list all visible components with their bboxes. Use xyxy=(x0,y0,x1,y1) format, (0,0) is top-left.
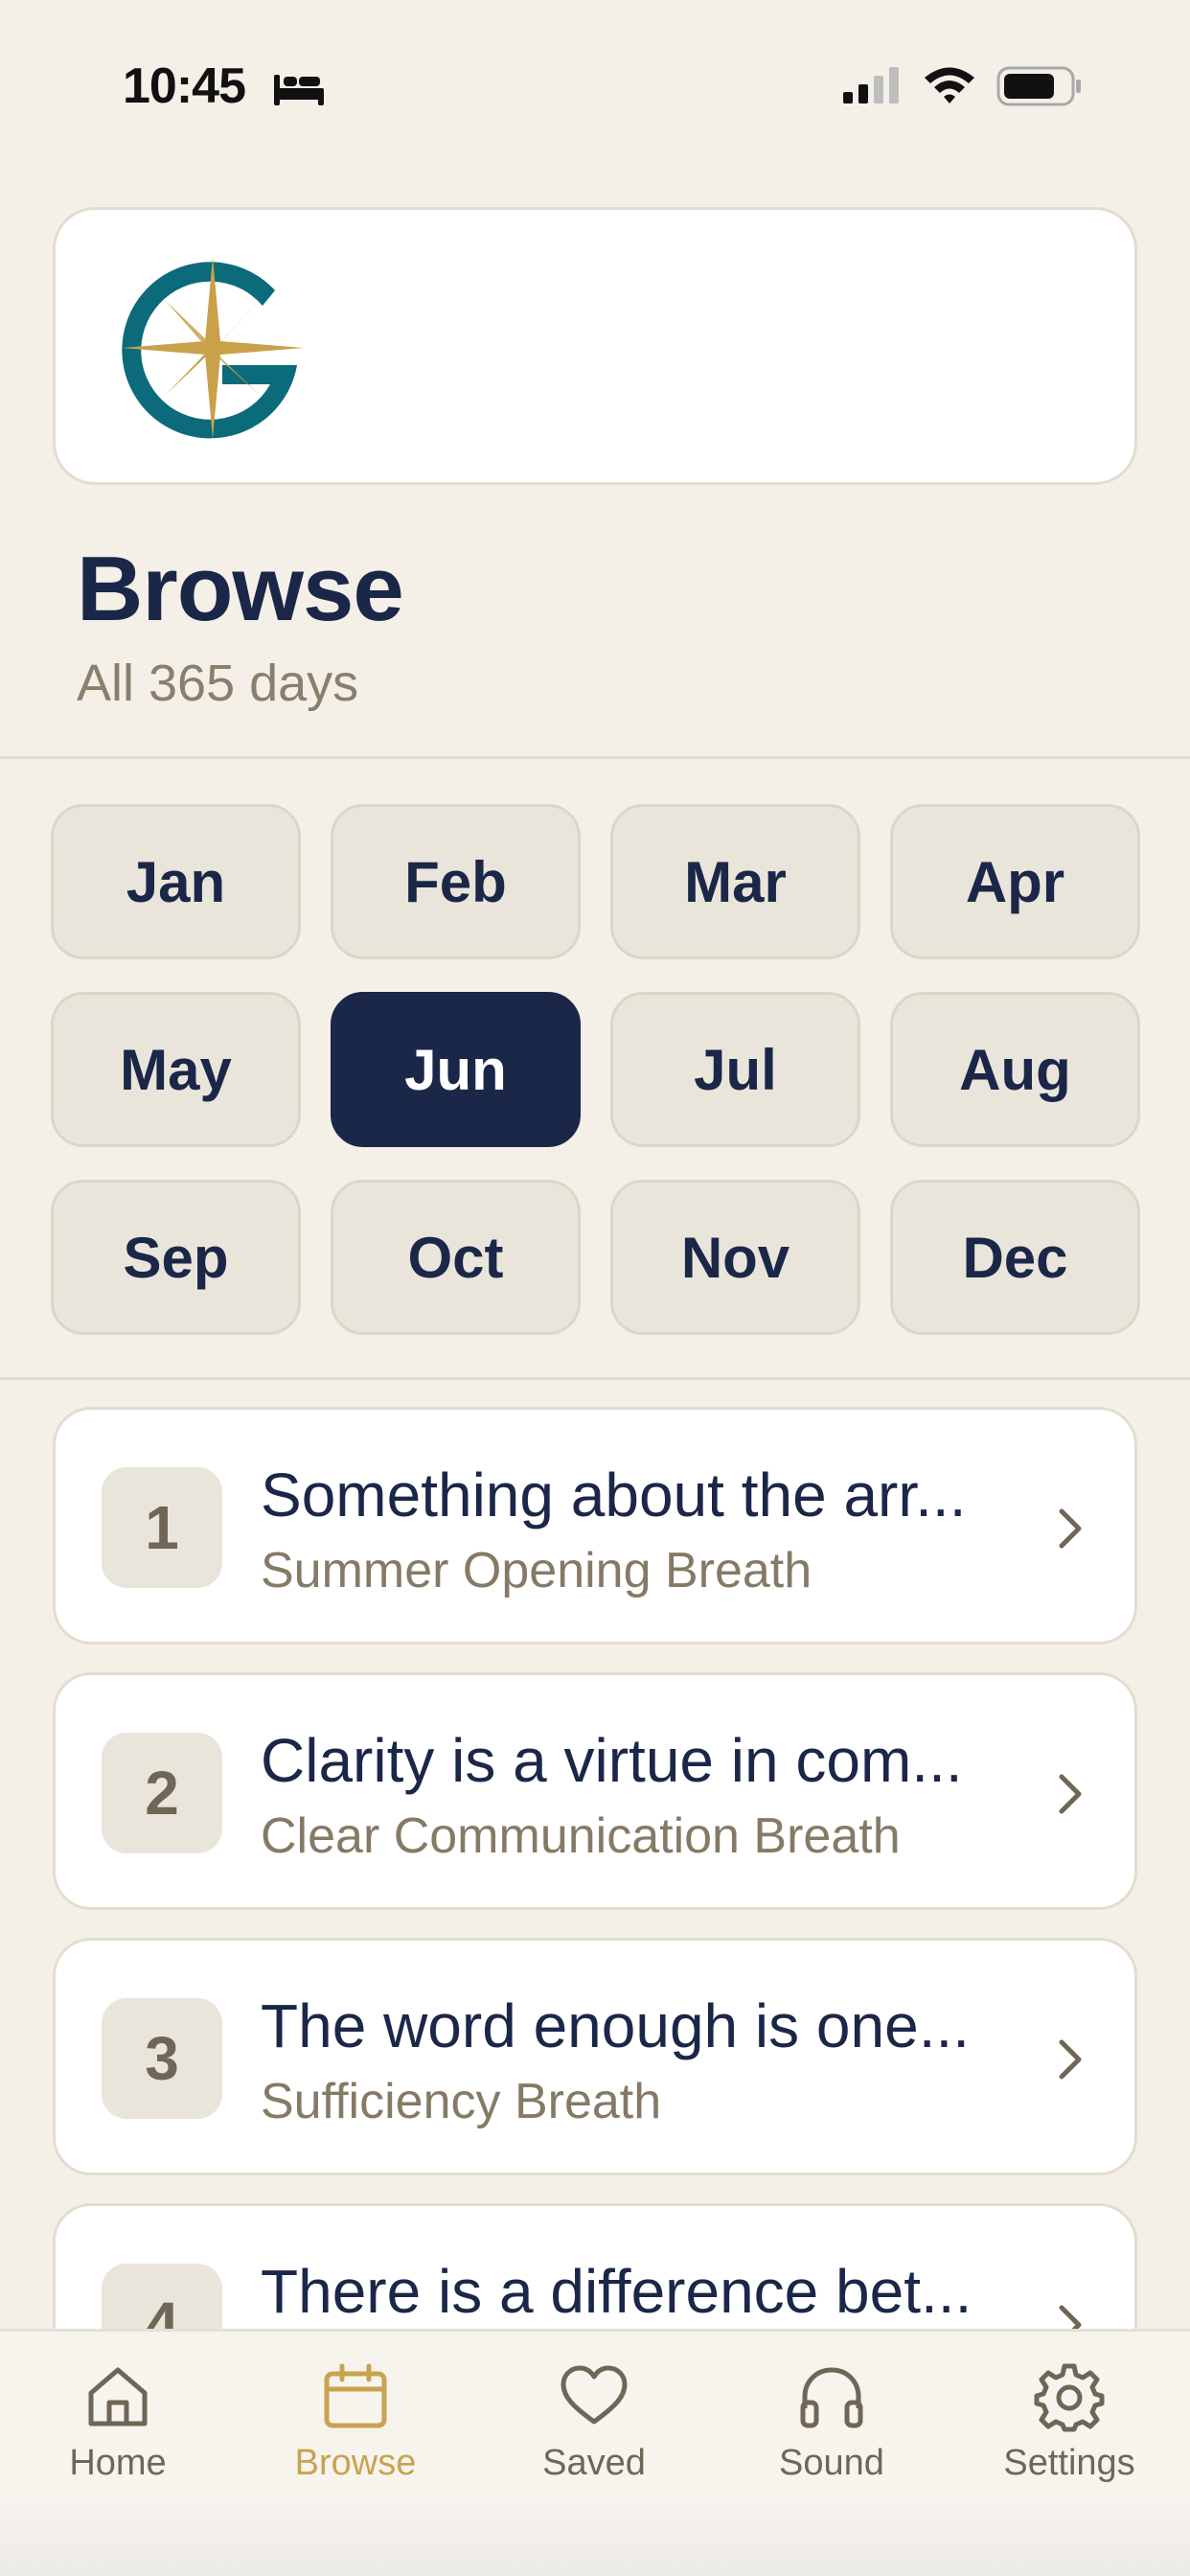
tab-label: Home xyxy=(69,2443,167,2483)
month-button-jun[interactable]: Jun xyxy=(331,992,581,1147)
list-item[interactable]: 2 Clarity is a virtue in com... Clear Co… xyxy=(53,1672,1137,1910)
day-badge: 4 xyxy=(102,2264,222,2329)
home-icon xyxy=(88,2367,148,2426)
entry-title: Something about the arr... xyxy=(261,1460,967,1530)
tab-sound[interactable]: Sound xyxy=(726,2360,937,2514)
month-button-oct[interactable]: Oct xyxy=(331,1180,581,1335)
month-grid: Jan Feb Mar Apr May Jun Jul Aug Sep Oct … xyxy=(51,804,1140,1335)
tab-home[interactable]: Home xyxy=(12,2360,223,2514)
page-title: Browse xyxy=(77,538,404,640)
chevron-right-icon xyxy=(1059,2305,1082,2329)
tab-settings[interactable]: Settings xyxy=(964,2360,1175,2514)
tab-label: Browse xyxy=(294,2443,417,2483)
day-badge: 3 xyxy=(102,1998,222,2119)
entries-list: 1 Something about the arr... Summer Open… xyxy=(53,1407,1137,2329)
cellular-signal-icon xyxy=(843,67,899,104)
list-item[interactable]: 1 Something about the arr... Summer Open… xyxy=(53,1407,1137,1644)
month-button-jul[interactable]: Jul xyxy=(610,992,860,1147)
home-indicator xyxy=(0,2495,1190,2576)
divider xyxy=(0,1377,1190,1380)
month-button-nov[interactable]: Nov xyxy=(610,1180,860,1335)
chevron-right-icon xyxy=(1059,2039,1082,2080)
status-time: 10:45 xyxy=(123,58,246,114)
tab-label: Settings xyxy=(1003,2443,1135,2483)
chevron-right-icon xyxy=(1059,1508,1082,1549)
month-button-sep[interactable]: Sep xyxy=(51,1180,301,1335)
month-button-mar[interactable]: Mar xyxy=(610,804,860,959)
compass-star-g-logo-icon xyxy=(122,257,304,439)
bed-icon xyxy=(274,75,324,105)
calendar-icon xyxy=(324,2363,387,2428)
status-bar: 10:45 xyxy=(0,0,1190,172)
gear-icon xyxy=(1034,2363,1105,2432)
month-button-jan[interactable]: Jan xyxy=(51,804,301,959)
month-button-apr[interactable]: Apr xyxy=(890,804,1140,959)
entry-title: Clarity is a virtue in com... xyxy=(261,1726,963,1795)
entry-title: There is a difference bet... xyxy=(261,2257,973,2326)
month-button-feb[interactable]: Feb xyxy=(331,804,581,959)
tab-label: Saved xyxy=(542,2443,646,2483)
heart-icon xyxy=(561,2365,628,2425)
day-badge: 2 xyxy=(102,1733,222,1853)
day-badge: 1 xyxy=(102,1467,222,1588)
entry-subtitle: Summer Opening Breath xyxy=(261,1543,812,1598)
headphones-icon xyxy=(800,2367,863,2428)
entry-subtitle: Clear Communication Breath xyxy=(261,1808,901,1864)
list-item[interactable]: 4 There is a difference bet... xyxy=(53,2203,1137,2329)
divider xyxy=(0,756,1190,759)
list-item[interactable]: 3 The word enough is one... Sufficiency … xyxy=(53,1938,1137,2175)
chevron-right-icon xyxy=(1059,1774,1082,1814)
month-button-may[interactable]: May xyxy=(51,992,301,1147)
tab-saved[interactable]: Saved xyxy=(489,2360,699,2514)
entry-subtitle: Sufficiency Breath xyxy=(261,2074,662,2129)
tab-browse[interactable]: Browse xyxy=(250,2360,461,2514)
battery-icon xyxy=(996,66,1081,106)
tab-label: Sound xyxy=(779,2443,884,2483)
wifi-icon xyxy=(925,67,974,104)
entry-title: The word enough is one... xyxy=(261,1991,971,2060)
month-button-dec[interactable]: Dec xyxy=(890,1180,1140,1335)
tab-bar: Home Browse Saved Sound Settings xyxy=(0,2329,1190,2576)
month-button-aug[interactable]: Aug xyxy=(890,992,1140,1147)
page-subtitle: All 365 days xyxy=(77,655,359,712)
logo-card xyxy=(53,207,1137,485)
